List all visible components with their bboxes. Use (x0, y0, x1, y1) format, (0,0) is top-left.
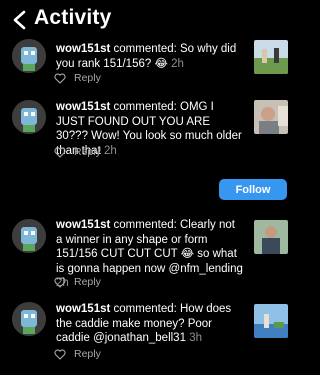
reply-button[interactable]: Reply (74, 146, 101, 158)
heart-icon[interactable] (54, 73, 66, 84)
comment-text: wow151st commented: How does the caddie … (56, 302, 244, 346)
activity-item[interactable]: wow151st commented: Clearly not a winner… (0, 218, 300, 290)
reply-row: Reply (54, 72, 101, 84)
post-thumbnail[interactable] (254, 40, 288, 74)
reply-row: Reply (54, 348, 101, 360)
back-arrow-icon[interactable] (10, 9, 30, 31)
heart-icon[interactable] (54, 147, 66, 158)
timestamp: 2h (171, 57, 184, 70)
activity-item[interactable]: wow151st commented: How does the caddie … (0, 302, 300, 366)
timestamp: 3h (189, 332, 202, 345)
timestamp: 2h (103, 144, 117, 157)
activity-item[interactable]: wow151st commented: So why did you rank … (0, 38, 300, 90)
follow-button[interactable]: Follow (219, 179, 287, 200)
reply-row: Reply (54, 276, 101, 288)
heart-icon[interactable] (54, 349, 66, 360)
post-thumbnail[interactable] (254, 220, 288, 254)
reply-button[interactable]: Reply (74, 348, 101, 360)
activity-item[interactable]: wow151st commented: OMG I JUST FOUND OUT… (0, 100, 300, 164)
post-thumbnail[interactable] (254, 100, 288, 134)
username[interactable]: wow151st (56, 303, 110, 315)
reply-row: Reply (54, 146, 101, 158)
username[interactable]: wow151st (56, 43, 110, 55)
avatar[interactable] (12, 100, 46, 134)
avatar[interactable] (12, 39, 46, 73)
heart-icon[interactable] (54, 277, 66, 288)
username[interactable]: wow151st (56, 101, 110, 113)
reply-button[interactable]: Reply (74, 72, 101, 84)
reply-button[interactable]: Reply (74, 276, 101, 288)
header: Activity (0, 0, 300, 40)
username[interactable]: wow151st (56, 219, 110, 231)
comment-text: wow151st commented: So why did you rank … (56, 42, 244, 71)
avatar[interactable] (12, 219, 46, 253)
page-title: Activity (34, 6, 112, 29)
post-thumbnail[interactable] (254, 304, 288, 338)
avatar[interactable] (12, 302, 46, 336)
